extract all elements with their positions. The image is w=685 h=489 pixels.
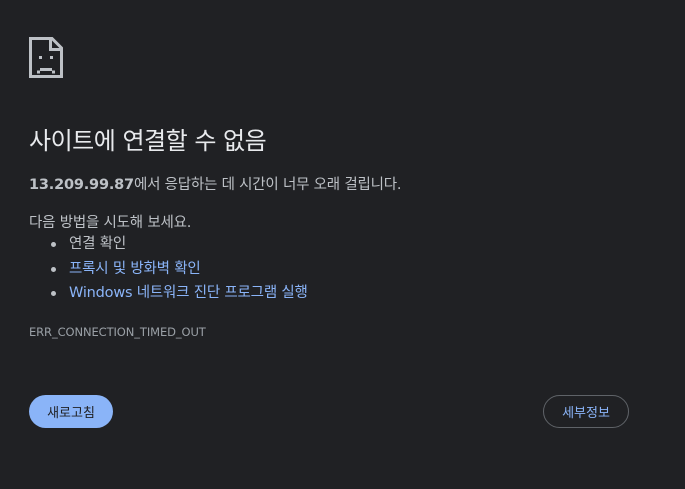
suggestion-check-connection: 연결 확인 xyxy=(69,236,126,252)
error-message: 에서 응답하는 데 시간이 너무 오래 걸립니다. xyxy=(133,177,402,193)
page-title: 사이트에 연결할 수 없음 xyxy=(29,127,267,155)
check-proxy-firewall-link[interactable]: 프록시 및 방화벽 확인 xyxy=(69,261,201,277)
suggestions-heading: 다음 방법을 시도해 보세요. xyxy=(29,215,192,231)
sad-page-icon xyxy=(29,37,63,78)
bullet-icon xyxy=(51,242,56,247)
host-address: 13.209.99.87 xyxy=(29,177,134,193)
run-network-diagnostics-link[interactable]: Windows 네트워크 진단 프로그램 실행 xyxy=(69,285,308,301)
list-item: 연결 확인 xyxy=(29,232,308,257)
details-button[interactable]: 세부정보 xyxy=(543,395,629,428)
error-page: 사이트에 연결할 수 없음 13.209.99.87에서 응답하는 데 시간이 … xyxy=(0,0,685,489)
list-item: 프록시 및 방화벽 확인 xyxy=(29,257,308,282)
bullet-icon xyxy=(51,291,56,296)
error-summary: 13.209.99.87에서 응답하는 데 시간이 너무 오래 걸립니다. xyxy=(29,173,402,194)
error-code: ERR_CONNECTION_TIMED_OUT xyxy=(29,325,206,339)
list-item: Windows 네트워크 진단 프로그램 실행 xyxy=(29,281,308,306)
reload-button[interactable]: 새로고침 xyxy=(29,395,113,428)
bullet-icon xyxy=(51,266,56,272)
suggestions-list: 연결 확인 프록시 및 방화벽 확인 Windows 네트워크 진단 프로그램 … xyxy=(29,232,308,306)
